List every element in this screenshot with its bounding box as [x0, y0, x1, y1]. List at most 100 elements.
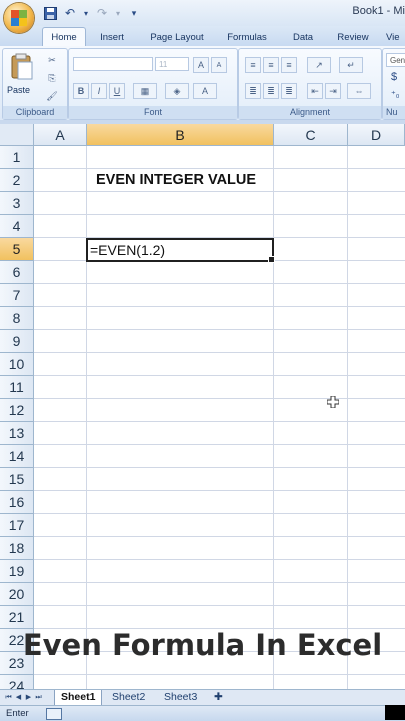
gridline — [34, 306, 405, 307]
active-cell-b5[interactable]: =EVEN(1.2) — [86, 238, 275, 263]
row-header-16[interactable]: 16 — [0, 491, 34, 514]
row-header-13[interactable]: 13 — [0, 422, 34, 445]
row-header-20[interactable]: 20 — [0, 583, 34, 606]
shrink-font-button[interactable]: A — [211, 57, 227, 73]
row-header-7[interactable]: 7 — [0, 284, 34, 307]
row-header-10[interactable]: 10 — [0, 353, 34, 376]
row-header-14[interactable]: 14 — [0, 445, 34, 468]
last-sheet-icon[interactable]: ⏭ — [34, 692, 43, 703]
tab-review[interactable]: Review — [332, 29, 374, 46]
select-all-button[interactable] — [0, 124, 34, 146]
gridline — [34, 444, 405, 445]
decimal-icon[interactable]: ⁺₀ — [391, 89, 400, 100]
row-header-21[interactable]: 21 — [0, 606, 34, 629]
currency-button[interactable]: $ — [391, 71, 397, 83]
row-header-17[interactable]: 17 — [0, 514, 34, 537]
gridline — [34, 467, 405, 468]
insert-sheet-icon[interactable]: ✚ — [210, 690, 227, 705]
gridline — [34, 513, 405, 514]
orientation-icon[interactable]: ↗ — [307, 57, 331, 73]
row-header-9[interactable]: 9 — [0, 330, 34, 353]
gridline — [34, 605, 405, 606]
font-color-icon[interactable]: A — [193, 83, 217, 99]
cell-b2[interactable]: EVEN INTEGER VALUE — [96, 172, 256, 188]
tab-formulas[interactable]: Formulas — [222, 29, 272, 46]
align-middle-icon[interactable]: ≡ — [263, 57, 279, 73]
increase-indent-icon[interactable]: ⇥ — [325, 83, 341, 99]
prev-sheet-icon[interactable]: ◀ — [14, 692, 23, 703]
tab-page-layout[interactable]: Page Layout — [144, 29, 210, 46]
next-sheet-icon[interactable]: ▶ — [24, 692, 33, 703]
first-sheet-icon[interactable]: ⏮ — [4, 692, 13, 703]
row-header-5[interactable]: 5 — [0, 238, 34, 261]
macro-record-icon[interactable] — [46, 708, 62, 720]
copy-icon[interactable]: ⎘ — [45, 71, 59, 85]
paste-button[interactable]: Paste — [7, 53, 37, 103]
borders-icon[interactable]: ▦ — [133, 83, 157, 99]
sheet-tab-sheet3[interactable]: Sheet3 — [158, 690, 203, 705]
number-group: Gen $ ⁺₀ Nu — [382, 48, 405, 120]
row-header-3[interactable]: 3 — [0, 192, 34, 215]
column-header-b[interactable]: B — [87, 124, 274, 146]
save-icon[interactable] — [42, 5, 58, 21]
window-title: Book1 - Mi — [352, 5, 405, 17]
italic-button[interactable]: I — [91, 83, 107, 99]
tab-data[interactable]: Data — [286, 29, 320, 46]
font-size-combo[interactable]: 11 — [155, 57, 189, 71]
row-header-18[interactable]: 18 — [0, 537, 34, 560]
row-header-8[interactable]: 8 — [0, 307, 34, 330]
number-format-combo[interactable]: Gen — [386, 53, 405, 67]
column-header-c[interactable]: C — [274, 124, 348, 146]
column-header-d[interactable]: D — [348, 124, 405, 146]
underline-button[interactable]: U — [109, 83, 125, 99]
fill-color-icon[interactable]: ◈ — [165, 83, 189, 99]
redo-dropdown-icon[interactable]: ▾ — [114, 5, 122, 21]
row-header-6[interactable]: 6 — [0, 261, 34, 284]
align-bottom-icon[interactable]: ≡ — [281, 57, 297, 73]
align-right-icon[interactable]: ≣ — [281, 83, 297, 99]
decrease-indent-icon[interactable]: ⇤ — [307, 83, 323, 99]
alignment-group-label: Alignment — [239, 106, 381, 119]
format-painter-icon[interactable]: 🖌 — [45, 89, 59, 103]
row-header-15[interactable]: 15 — [0, 468, 34, 491]
status-mode: Enter — [6, 708, 29, 719]
gridline — [347, 146, 348, 689]
gridline — [273, 146, 274, 689]
gridline — [34, 375, 405, 376]
tab-home[interactable]: Home — [42, 27, 86, 47]
row-header-1[interactable]: 1 — [0, 146, 34, 169]
column-header-a[interactable]: A — [34, 124, 87, 146]
align-top-icon[interactable]: ≡ — [245, 57, 261, 73]
undo-icon[interactable]: ↶ — [62, 5, 78, 21]
cell-b5-editor[interactable]: =EVEN(1.2) — [90, 242, 165, 258]
sheet-tab-sheet2[interactable]: Sheet2 — [106, 690, 151, 705]
office-button[interactable] — [4, 3, 34, 33]
grow-font-button[interactable]: A — [193, 57, 209, 73]
redo-icon[interactable]: ↷ — [94, 5, 110, 21]
tab-view[interactable]: Vie — [386, 29, 405, 46]
row-header-4[interactable]: 4 — [0, 215, 34, 238]
align-left-icon[interactable]: ≣ — [245, 83, 261, 99]
cut-icon[interactable]: ✂ — [45, 53, 59, 67]
font-group-label: Font — [69, 106, 237, 119]
merge-center-icon[interactable]: ⇔ — [347, 83, 371, 99]
undo-dropdown-icon[interactable]: ▾ — [82, 5, 90, 21]
customize-quick-access-icon[interactable]: ▾ — [126, 5, 142, 21]
sheet-tab-sheet1[interactable]: Sheet1 — [54, 690, 103, 706]
row-header-12[interactable]: 12 — [0, 399, 34, 422]
font-name-combo[interactable] — [73, 57, 153, 71]
sheet-tab-bar: ⏮ ◀ ▶ ⏭ Sheet1 Sheet2 Sheet3 ✚ — [0, 689, 405, 706]
row-header-2[interactable]: 2 — [0, 169, 34, 192]
gridline — [34, 191, 405, 192]
align-center-icon[interactable]: ≣ — [263, 83, 279, 99]
row-header-11[interactable]: 11 — [0, 376, 34, 399]
gridline — [34, 214, 405, 215]
wrap-text-icon[interactable]: ↵ — [339, 57, 363, 73]
row-header-19[interactable]: 19 — [0, 560, 34, 583]
bold-button[interactable]: B — [73, 83, 89, 99]
gridline — [86, 146, 87, 689]
fill-handle[interactable] — [268, 256, 275, 263]
font-group: 11 A A B I U ▦ ◈ A Font — [68, 48, 238, 120]
tab-insert[interactable]: Insert — [92, 29, 132, 46]
worksheet-grid[interactable]: A B C D 1 2 3 4 5 6 7 8 9 10 11 12 13 14 15 16 17 18 19 20 2… — [0, 124, 405, 698]
